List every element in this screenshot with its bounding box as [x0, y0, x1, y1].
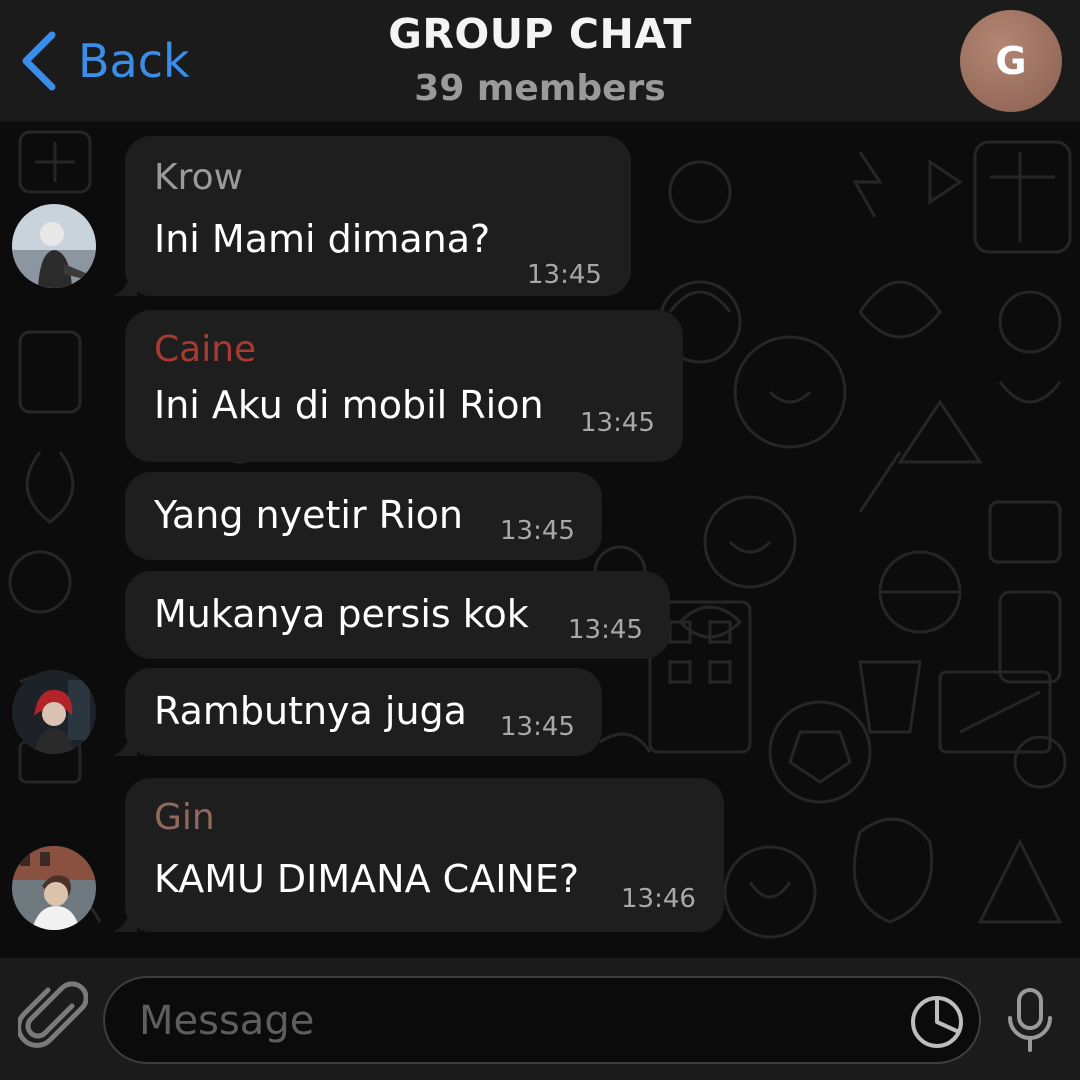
message-bubble[interactable]: Yang nyetir Rion 13:45 [125, 472, 602, 560]
message-time: 13:45 [580, 408, 655, 438]
avatar-gin[interactable] [12, 846, 96, 930]
message-time: 13:45 [527, 260, 602, 290]
message-text: Ini Mami dimana? [154, 217, 491, 261]
chat-title[interactable]: GROUP CHAT [0, 10, 1080, 58]
member-count: 39 members [414, 68, 666, 109]
paperclip-icon[interactable] [18, 978, 88, 1054]
sender-name: Krow [154, 157, 244, 198]
message-bubble[interactable]: Krow Ini Mami dimana? 13:45 [125, 136, 631, 296]
microphone-icon[interactable] [1002, 986, 1058, 1054]
message-bubble[interactable]: Caine Ini Aku di mobil Rion 13:45 [125, 310, 683, 462]
sticker-icon[interactable] [909, 994, 965, 1050]
chat-header: Back GROUP CHAT 39 members G [0, 0, 1080, 122]
message-text: Ini Aku di mobil Rion [154, 383, 544, 427]
avatar-krow[interactable] [12, 204, 96, 288]
message-time: 13:45 [568, 615, 643, 645]
message-bubble[interactable]: Mukanya persis kok 13:45 [125, 571, 670, 659]
message-list[interactable]: Krow Ini Mami dimana? 13:45 Caine Ini Ak… [0, 122, 1080, 958]
avatar-caine[interactable] [12, 670, 96, 754]
sender-name: Gin [154, 797, 215, 838]
message-text: Rambutnya juga [154, 689, 467, 733]
krow-avatar-photo [12, 204, 96, 288]
sender-name: Caine [154, 329, 257, 370]
group-avatar-initial: G [995, 39, 1027, 83]
message-text: Yang nyetir Rion [154, 493, 463, 537]
gin-avatar-photo [12, 846, 96, 930]
message-field[interactable] [103, 976, 981, 1064]
message-time: 13:46 [621, 884, 696, 914]
message-text: Mukanya persis kok [154, 592, 529, 636]
caine-avatar-photo [12, 670, 96, 754]
message-bubble[interactable]: Rambutnya juga 13:45 [125, 668, 602, 756]
message-bubble[interactable]: Gin KAMU DIMANA CAINE? 13:46 [125, 778, 724, 932]
message-time: 13:45 [500, 712, 575, 742]
message-input[interactable] [137, 990, 901, 1052]
message-text: KAMU DIMANA CAINE? [154, 857, 580, 901]
chat-app: Back GROUP CHAT 39 members G Krow Ini Ma… [0, 0, 1080, 1080]
group-avatar[interactable]: G [960, 10, 1062, 112]
message-time: 13:45 [500, 516, 575, 546]
